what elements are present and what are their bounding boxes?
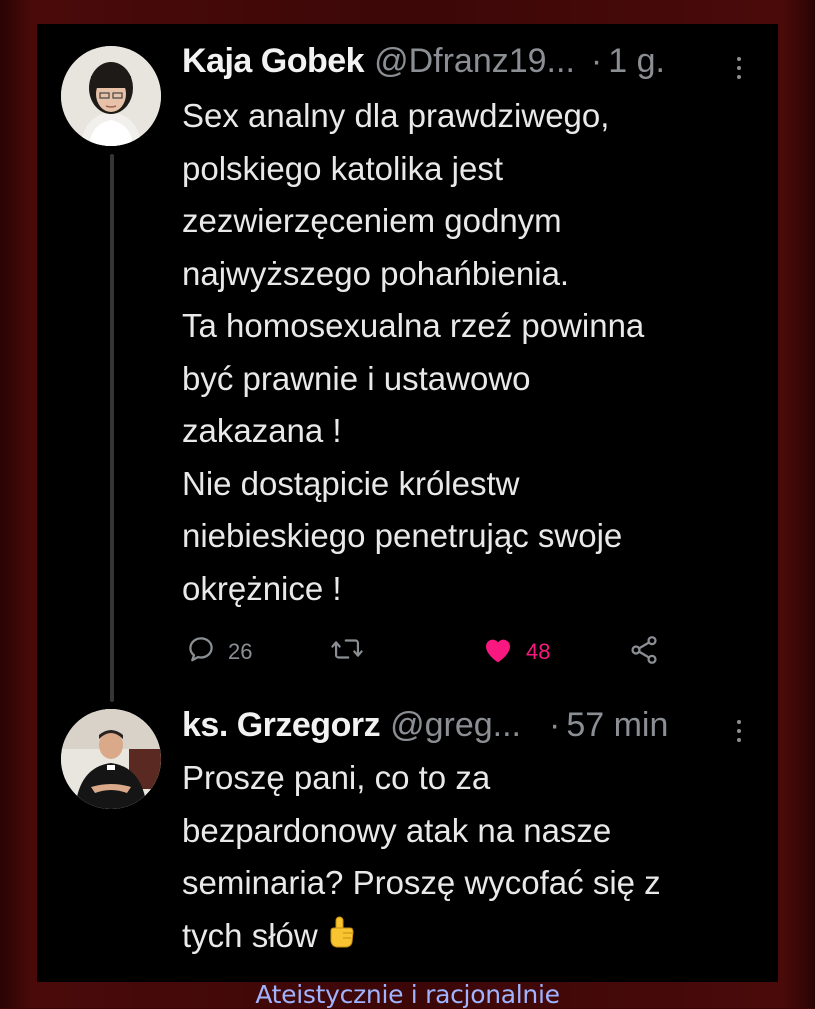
author-name[interactable]: Kaja Gobek [182, 42, 365, 81]
tweet1-header: Kaja Gobek @Dfranz19... · 1 g. [182, 42, 665, 81]
separator-dot: · [548, 706, 561, 744]
author-name[interactable]: ks. Grzegorz [182, 706, 381, 745]
author-handle[interactable]: @greg... [390, 706, 521, 745]
tweet1-action-bar: 26 48 [182, 634, 682, 670]
tweet2-text: Proszę pani, co to za bezpardonowy atak … [182, 752, 752, 964]
avatar-image [61, 46, 161, 146]
retweet-button[interactable] [330, 634, 376, 669]
share-icon [628, 634, 660, 671]
tweet2-header: ks. Grzegorz @greg... · 57 min [182, 706, 668, 745]
reply-icon [186, 634, 216, 669]
author-handle[interactable]: @Dfranz19... [374, 42, 575, 81]
reply-button[interactable]: 26 [186, 634, 252, 669]
thread-connector-line [110, 154, 114, 702]
tweet2-text-content: Proszę pani, co to za bezpardonowy atak … [182, 759, 661, 954]
tweet-timestamp[interactable]: 1 g. [608, 42, 665, 81]
more-icon[interactable] [737, 720, 743, 742]
like-button[interactable]: 48 [482, 634, 550, 669]
pointing-up-emoji [326, 912, 356, 965]
like-count: 48 [526, 638, 551, 664]
tweet1-text: Sex analny dla prawdziwego, polskiego ka… [182, 97, 645, 607]
heart-icon [482, 634, 514, 669]
separator-dot: · [590, 42, 603, 80]
retweet-icon [330, 634, 364, 669]
watermark-text: Ateistycznie i racjonalnie [255, 980, 560, 1009]
avatar-image [61, 709, 161, 809]
avatar-kaja-gobek[interactable] [61, 46, 161, 146]
share-button[interactable] [628, 634, 660, 671]
reply-count: 26 [228, 638, 253, 664]
tweet-timestamp[interactable]: 57 min [566, 706, 668, 745]
more-icon[interactable] [737, 57, 743, 79]
avatar-ks-grzegorz[interactable] [61, 709, 161, 809]
